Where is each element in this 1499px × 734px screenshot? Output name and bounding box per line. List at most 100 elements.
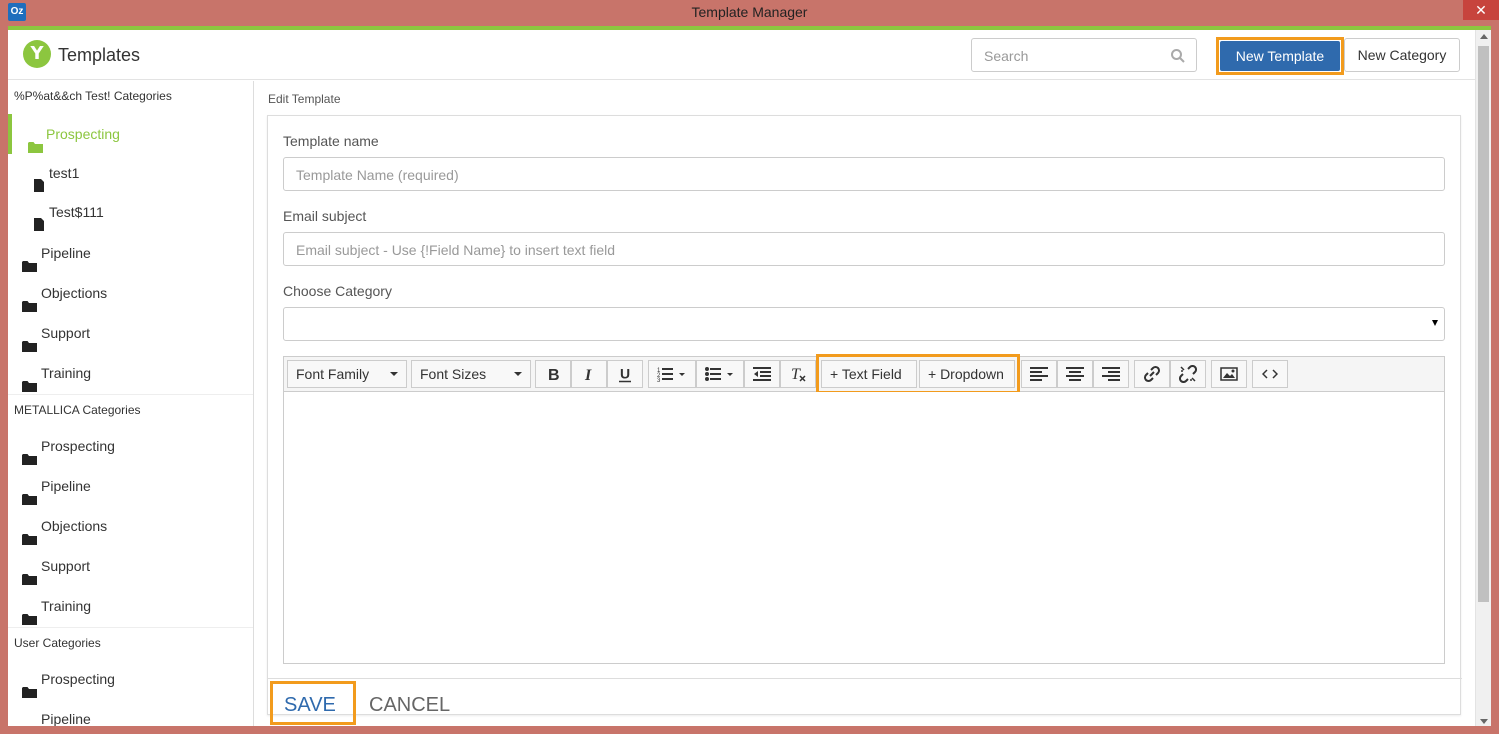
scroll-down-arrow-icon[interactable] (1480, 719, 1488, 724)
ordered-list-icon: 123 (657, 368, 685, 382)
sidebar-item-label: Training (41, 365, 92, 381)
align-left-icon (1030, 367, 1048, 381)
edit-template-panel: Template name Template Name (required) E… (267, 115, 1462, 725)
ordered-list-button[interactable]: 123 (648, 360, 696, 388)
sidebar-item-label: Pipeline (41, 711, 91, 726)
email-subject-input[interactable]: Email subject - Use {!Field Name} to ins… (283, 232, 1445, 266)
unordered-list-icon (705, 367, 733, 381)
code-view-button[interactable] (1252, 360, 1288, 388)
app-name: Templates (58, 45, 141, 65)
sidebar-item-support[interactable]: Support (8, 546, 253, 586)
window-titlebar: Oz Template Manager ✕ (0, 0, 1499, 26)
window-close-button[interactable]: ✕ (1463, 0, 1499, 20)
new-category-button[interactable]: New Category (1344, 38, 1460, 72)
window-title: Template Manager (691, 4, 808, 20)
sidebar-item-test111[interactable]: Test$111 (8, 192, 253, 232)
sidebar-item-pipeline[interactable]: Pipeline (8, 466, 253, 506)
sidebar-item-prospecting[interactable]: Prospecting (8, 426, 253, 466)
sidebar-item-pipeline[interactable]: Pipeline (8, 233, 253, 273)
sidebar-group-title: METALLICA Categories (8, 394, 253, 424)
outdent-button[interactable] (744, 360, 780, 388)
email-subject-placeholder: Email subject - Use {!Field Name} to ins… (296, 242, 616, 258)
bold-button[interactable]: B (535, 360, 571, 388)
category-select[interactable] (283, 307, 1445, 341)
italic-button[interactable]: I (571, 360, 607, 388)
logo-glyph: Y (30, 43, 44, 64)
new-template-button[interactable]: New Template (1220, 41, 1340, 71)
italic-icon: I (584, 367, 592, 382)
sidebar-item-pipeline[interactable]: Pipeline (8, 699, 253, 726)
svg-text:U: U (620, 366, 630, 382)
link-button[interactable] (1134, 360, 1170, 388)
category-sidebar[interactable]: %P%at&&ch Test! Categories Prospecting t… (8, 81, 254, 726)
category-label: Choose Category (283, 283, 392, 299)
app-header: Y Templates Search New Template New Cate… (8, 30, 1475, 80)
scroll-thumb[interactable] (1478, 46, 1489, 602)
sidebar-item-label: Objections (41, 518, 108, 534)
font-family-dropdown[interactable]: Font Family (287, 360, 407, 388)
editor-toolbar: Font Family Font Sizes B I U 123 T + Tex… (283, 354, 1445, 394)
app-client-area: Y Templates Search New Template New Cate… (8, 26, 1491, 726)
sidebar-item-support[interactable]: Support (8, 313, 253, 353)
dropdown-label: + Dropdown (928, 366, 1004, 382)
rich-text-editor[interactable] (283, 392, 1445, 664)
sidebar-item-label: Support (41, 558, 91, 574)
sidebar-item-label: Pipeline (41, 478, 91, 494)
search-icon (1170, 48, 1186, 69)
chevron-down-icon (390, 372, 398, 376)
align-right-button[interactable] (1093, 360, 1129, 388)
bold-icon: B (548, 367, 560, 382)
sidebar-item-label: Support (41, 325, 91, 341)
vertical-scrollbar[interactable] (1475, 30, 1491, 726)
unlink-icon (1179, 365, 1197, 383)
text-field-label: + Text Field (830, 366, 902, 382)
sidebar-item-label: Prospecting (41, 438, 115, 454)
footer-divider (268, 678, 1462, 679)
logo-icon: Y (23, 40, 51, 68)
section-title: Edit Template (268, 92, 341, 106)
font-sizes-label: Font Sizes (420, 366, 487, 382)
sidebar-item-training[interactable]: Training (8, 586, 253, 626)
clear-format-button[interactable]: T (780, 360, 816, 388)
template-name-input[interactable]: Template Name (required) (283, 157, 1445, 191)
sidebar-item-label: Prospecting (46, 126, 120, 142)
scroll-up-arrow-icon[interactable] (1480, 34, 1488, 39)
sidebar-group-title: User Categories (8, 627, 253, 657)
sidebar-item-objections[interactable]: Objections (8, 273, 253, 313)
underline-icon: U (619, 366, 631, 383)
sidebar-item-label: Test$111 (49, 204, 104, 220)
unordered-list-button[interactable] (696, 360, 744, 388)
font-family-label: Font Family (296, 366, 370, 382)
chevron-down-icon (514, 372, 522, 376)
align-left-button[interactable] (1021, 360, 1057, 388)
sidebar-item-label: Objections (41, 285, 108, 301)
save-button[interactable]: SAVE (284, 694, 336, 717)
cancel-button[interactable]: CANCEL (369, 694, 450, 717)
svg-text:I: I (584, 367, 592, 382)
sidebar-item-label: test1 (49, 165, 80, 181)
folder-icon (22, 713, 37, 726)
sidebar-item-prospecting[interactable]: Prospecting (8, 659, 253, 699)
outdent-icon (753, 367, 771, 381)
unlink-button[interactable] (1170, 360, 1206, 388)
image-button[interactable] (1211, 360, 1247, 388)
underline-button[interactable]: U (607, 360, 643, 388)
align-center-button[interactable] (1057, 360, 1093, 388)
sidebar-item-test1[interactable]: test1 (8, 153, 253, 193)
sidebar-item-objections[interactable]: Objections (8, 506, 253, 546)
insert-dropdown-button[interactable]: + Dropdown (919, 360, 1015, 388)
sidebar-item-label: Prospecting (41, 671, 115, 687)
sidebar-item-training[interactable]: Training (8, 353, 253, 393)
template-name-placeholder: Template Name (required) (296, 167, 459, 183)
svg-text:B: B (548, 367, 560, 382)
search-placeholder: Search (984, 48, 1029, 64)
font-sizes-dropdown[interactable]: Font Sizes (411, 360, 531, 388)
code-view-icon (1262, 369, 1278, 379)
image-icon (1220, 367, 1238, 381)
sidebar-group-title: %P%at&&ch Test! Categories (14, 89, 172, 103)
sidebar-item-prospecting[interactable]: Prospecting (8, 114, 253, 154)
chevron-down-icon (1432, 320, 1438, 326)
link-icon (1143, 365, 1161, 383)
insert-text-field-button[interactable]: + Text Field (821, 360, 917, 388)
search-input[interactable]: Search (971, 38, 1197, 72)
